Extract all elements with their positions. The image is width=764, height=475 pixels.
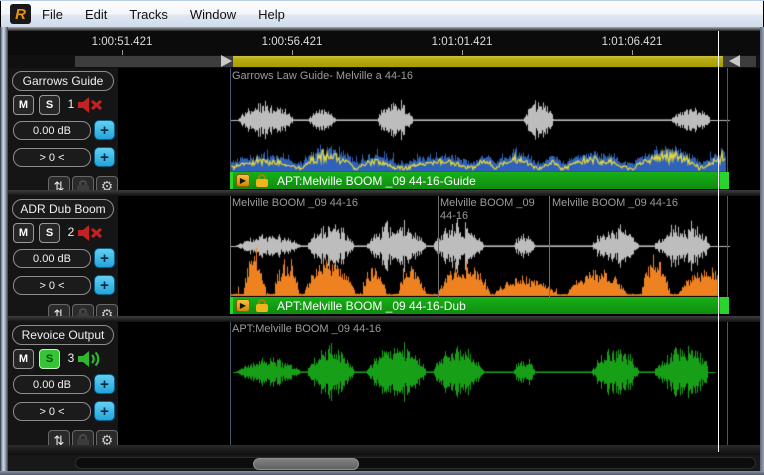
track-name-button[interactable]: Revoice Output: [12, 325, 114, 345]
mute-button[interactable]: M: [13, 95, 34, 115]
time-label: 1:00:51.421: [92, 36, 153, 48]
track-row-dub: ADR Dub Boom M S 2 0.00 dB + > 0 < + ⇅ ⚙…: [8, 196, 760, 316]
window-left-border: [0, 27, 8, 475]
timeline-ruler[interactable]: 1:00:51.421 1:00:56.421 1:01:01.421 1:01…: [8, 31, 760, 55]
window-bottom-border: [0, 471, 764, 475]
bottom-divider: [8, 445, 760, 455]
threshold-add-button[interactable]: +: [94, 147, 115, 167]
clip-start-line: [230, 322, 231, 445]
process-control-bar[interactable]: ▶ APT:Melville BOOM _09 44-16-Guide: [230, 172, 729, 189]
bar-cap: [230, 172, 233, 189]
time-label: 1:01:01.421: [432, 36, 493, 48]
lock-icon[interactable]: [255, 174, 269, 187]
menu-bar: R File Edit Tracks Window Help: [1, 1, 763, 27]
threshold-field[interactable]: > 0 <: [13, 402, 91, 421]
speaker-muted-icon[interactable]: [78, 96, 104, 114]
threshold-field[interactable]: > 0 <: [13, 276, 91, 295]
clip-end-line: [727, 196, 728, 297]
clip-title: Garrows Law Guide- Melville a 44-16: [232, 70, 413, 82]
clip-title: Melville BOOM _09 44-16: [552, 197, 678, 209]
play-icon[interactable]: ▶: [236, 299, 250, 312]
track-number: 1: [65, 97, 77, 111]
gain-add-button[interactable]: +: [94, 248, 115, 268]
speaker-on-icon[interactable]: [78, 350, 104, 368]
scrollbar-thumb[interactable]: [253, 458, 359, 470]
app-window: R File Edit Tracks Window Help 1:00:51.4…: [0, 0, 764, 475]
app-logo-icon[interactable]: R: [10, 4, 31, 24]
track-lane[interactable]: Garrows Law Guide- Melville a 44-16 ▶ AP…: [118, 68, 760, 190]
time-label: 1:00:56.421: [262, 36, 323, 48]
menu-window[interactable]: Window: [179, 3, 247, 26]
selection-start-marker[interactable]: [221, 55, 232, 67]
menu-edit[interactable]: Edit: [74, 3, 118, 26]
lock-icon[interactable]: [255, 299, 269, 312]
threshold-add-button[interactable]: +: [94, 275, 115, 295]
playhead-line[interactable]: [718, 31, 719, 452]
mute-button[interactable]: M: [13, 349, 34, 369]
horizontal-scrollbar[interactable]: [75, 457, 756, 469]
bar-cap: [230, 297, 233, 314]
gain-field[interactable]: 0.00 dB: [13, 249, 91, 268]
track-name-button[interactable]: ADR Dub Boom: [12, 199, 114, 219]
gain-field[interactable]: 0.00 dB: [13, 375, 91, 394]
threshold-add-button[interactable]: +: [94, 401, 115, 421]
track-row-guide: Garrows Guide M S 1 0.00 dB + > 0 < + ⇅ …: [8, 68, 760, 190]
track-header: ADR Dub Boom M S 2 0.00 dB + > 0 < + ⇅ ⚙: [8, 196, 118, 316]
scrollbar-row: [8, 455, 760, 471]
track-row-output: Revoice Output M S 3 0.00 dB + > 0 < + ⇅…: [8, 322, 760, 445]
process-bar-label: APT:Melville BOOM _09 44-16-Guide: [277, 174, 476, 188]
mute-button[interactable]: M: [13, 223, 34, 243]
menu-tracks[interactable]: Tracks: [118, 3, 179, 26]
process-bar-label: APT:Melville BOOM _09 44-16-Dub: [277, 299, 466, 313]
window-right-border: [760, 27, 764, 475]
solo-button[interactable]: S: [39, 223, 60, 243]
clip-start-line: [230, 68, 231, 172]
clip-end-line: [727, 68, 728, 172]
clip-start-line: [230, 196, 231, 297]
track-header: Garrows Guide M S 1 0.00 dB + > 0 < + ⇅ …: [8, 68, 118, 190]
marker-bar[interactable]: [8, 55, 760, 68]
time-label: 1:01:06.421: [602, 36, 663, 48]
session-area: 1:00:51.421 1:00:56.421 1:01:01.421 1:01…: [8, 31, 760, 471]
track-number: 2: [65, 225, 77, 239]
clip-title: APT:Melville BOOM _09 44-16: [232, 323, 381, 335]
play-icon[interactable]: ▶: [236, 174, 250, 187]
track-lane[interactable]: APT:Melville BOOM _09 44-16: [118, 322, 760, 445]
menu-help[interactable]: Help: [247, 3, 296, 26]
waveform-canvas[interactable]: [118, 322, 760, 445]
solo-button[interactable]: S: [39, 95, 60, 115]
track-header: Revoice Output M S 3 0.00 dB + > 0 < + ⇅…: [8, 322, 118, 445]
gain-add-button[interactable]: +: [94, 120, 115, 140]
bar-cap: [720, 297, 729, 314]
track-lane[interactable]: Melville BOOM _09 44-16 Melville BOOM _0…: [118, 196, 760, 316]
clip-title: Melville BOOM _09 44-16: [440, 197, 540, 223]
clip-end-line: [727, 322, 728, 445]
threshold-field[interactable]: > 0 <: [13, 148, 91, 167]
gain-field[interactable]: 0.00 dB: [13, 121, 91, 140]
track-number: 3: [65, 351, 77, 365]
process-control-bar[interactable]: ▶ APT:Melville BOOM _09 44-16-Dub: [230, 297, 729, 314]
track-name-button[interactable]: Garrows Guide: [12, 71, 114, 91]
selection-range-bar[interactable]: [233, 56, 723, 67]
clip-title: Melville BOOM _09 44-16: [232, 197, 358, 209]
solo-button[interactable]: S: [39, 349, 60, 369]
clip-boundary-line: [438, 196, 439, 297]
selection-end-marker[interactable]: [729, 55, 740, 67]
speaker-muted-icon[interactable]: [78, 224, 104, 242]
bar-cap: [720, 172, 729, 189]
gain-add-button[interactable]: +: [94, 374, 115, 394]
menu-file[interactable]: File: [31, 3, 74, 26]
clip-boundary-line: [549, 196, 550, 297]
